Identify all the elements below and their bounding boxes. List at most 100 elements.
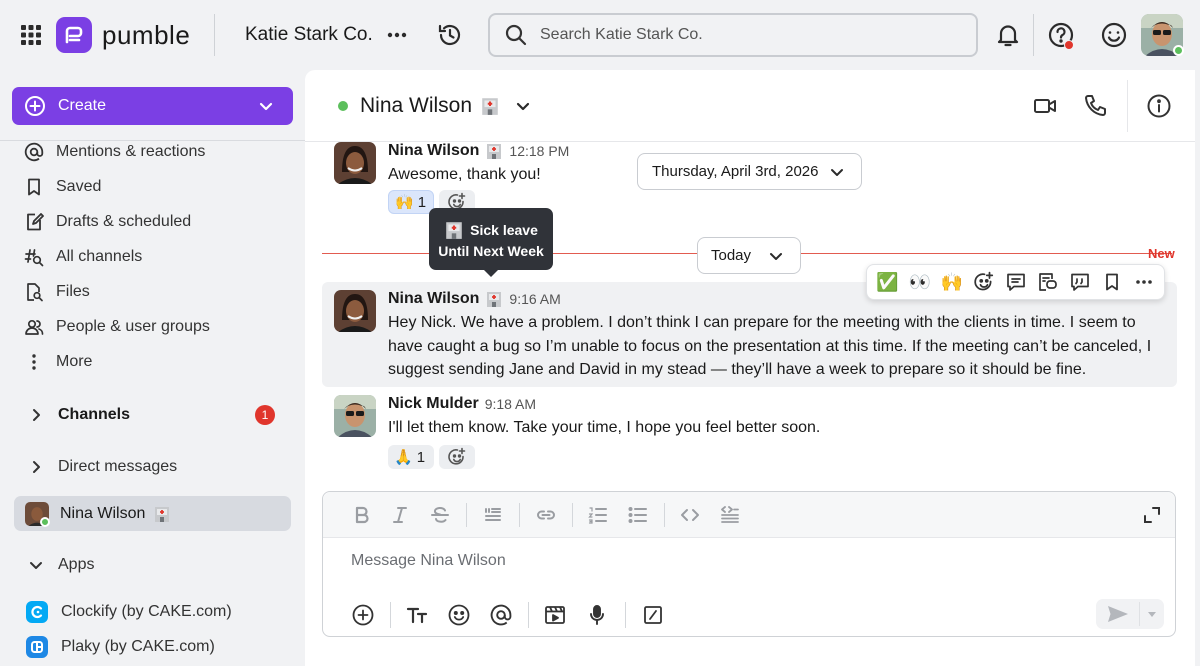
sidebar-item-label: All channels [56, 248, 143, 265]
emoji-icon[interactable] [447, 603, 471, 627]
online-status-dot [1173, 45, 1184, 56]
tooltip-subtitle: Until Next Week [438, 243, 544, 259]
chevron-right-icon [28, 407, 44, 423]
mention-icon[interactable] [489, 603, 513, 627]
sidebar-item-files[interactable]: Files [24, 280, 90, 304]
code-block-icon[interactable] [719, 504, 741, 526]
quick-reaction-check[interactable]: ✅ [875, 269, 900, 295]
reaction-chip[interactable]: 🙏 1 [388, 445, 434, 469]
notification-dot [1064, 40, 1074, 50]
blockquote-icon[interactable] [482, 504, 504, 526]
expand-icon[interactable] [1141, 504, 1163, 526]
history-icon[interactable] [436, 21, 464, 49]
apps-section[interactable]: Apps [28, 553, 94, 577]
divider [1139, 602, 1140, 626]
search-input[interactable] [540, 26, 940, 44]
plus-circle-icon[interactable] [351, 603, 375, 627]
message-header: Nick Mulder 9:18 AM [388, 395, 536, 413]
chevron-down-icon[interactable] [1145, 607, 1159, 621]
numbered-list-icon[interactable] [587, 504, 609, 526]
message-author[interactable]: Nick Mulder [388, 395, 479, 413]
search-icon [504, 23, 528, 47]
more-horizontal-icon[interactable] [384, 25, 410, 45]
bold-icon[interactable] [351, 504, 373, 526]
divider [572, 503, 573, 527]
file-search-icon [24, 282, 44, 302]
sidebar-item-plaky[interactable]: Plaky (by CAKE.com) [26, 635, 215, 659]
date-jump-button[interactable]: Thursday, April 3rd, 2026 [637, 153, 862, 190]
add-reaction-icon[interactable] [971, 269, 996, 295]
unread-badge: 1 [255, 405, 275, 425]
sidebar-item-nina-wilson[interactable]: Nina Wilson [14, 496, 291, 531]
quick-reaction-eyes[interactable]: 👀 [907, 269, 932, 295]
message-author[interactable]: Nina Wilson [388, 142, 479, 160]
phone-icon[interactable] [1082, 93, 1108, 119]
code-icon[interactable] [679, 504, 701, 526]
channels-section[interactable]: Channels [28, 403, 130, 427]
bell-icon[interactable] [994, 21, 1022, 49]
message-header: Nina Wilson 12:18 PM [388, 142, 569, 160]
app-grid-icon[interactable] [18, 22, 44, 48]
divider [390, 602, 391, 628]
message-input[interactable] [351, 552, 1131, 578]
divider [1127, 80, 1128, 132]
text-format-icon[interactable] [405, 603, 429, 627]
italic-icon[interactable] [389, 504, 411, 526]
sidebar-item-label: Drafts & scheduled [56, 213, 192, 230]
sidebar-item-more[interactable]: More [24, 350, 92, 374]
chevron-down-icon [829, 164, 845, 180]
hospital-status-icon [485, 142, 503, 160]
sidebar-item-label: More [56, 353, 93, 370]
hospital-status-icon[interactable] [485, 290, 503, 308]
strikethrough-icon[interactable] [429, 504, 451, 526]
link-icon[interactable] [535, 504, 557, 526]
video-clip-icon[interactable] [543, 603, 567, 627]
divider [625, 602, 626, 628]
add-reaction-button[interactable] [439, 445, 475, 469]
more-horizontal-icon[interactable] [1132, 269, 1157, 295]
smiley-icon[interactable] [1100, 21, 1128, 49]
divider [1033, 14, 1034, 56]
bookmark-icon[interactable] [1100, 269, 1125, 295]
send-icon [1106, 603, 1130, 625]
message-time: 9:18 AM [484, 396, 537, 412]
top-bar: pumble Katie Stark Co. [0, 0, 1200, 70]
info-icon[interactable] [1146, 93, 1172, 119]
message-author[interactable]: Nina Wilson [388, 290, 479, 308]
slash-command-icon[interactable] [641, 603, 665, 627]
create-button[interactable]: Create [12, 87, 293, 125]
message-time: 12:18 PM [509, 143, 570, 159]
bullet-list-icon[interactable] [627, 504, 649, 526]
divider [214, 14, 215, 56]
chevron-down-icon [28, 557, 44, 573]
search-bar[interactable] [488, 13, 978, 57]
quick-reaction-raised-hands[interactable]: 🙌 [939, 269, 964, 295]
share-message-icon[interactable] [1036, 269, 1061, 295]
direct-messages-section[interactable]: Direct messages [28, 455, 177, 479]
bookmark-icon [24, 177, 44, 197]
reaction-emoji: 🙏 [394, 449, 413, 466]
microphone-icon[interactable] [585, 603, 609, 627]
quote-icon[interactable] [1068, 269, 1093, 295]
reply-thread-icon[interactable] [1003, 269, 1028, 295]
divider [519, 503, 520, 527]
video-call-icon[interactable] [1032, 93, 1058, 119]
sidebar-item-saved[interactable]: Saved [24, 175, 101, 199]
more-vertical-icon [24, 352, 44, 372]
sidebar-item-people[interactable]: People & user groups [24, 315, 210, 339]
people-icon [24, 317, 44, 337]
avatar [334, 142, 376, 184]
at-icon [24, 142, 44, 162]
conversation-title-button[interactable]: Nina Wilson [360, 94, 532, 118]
reaction-chip[interactable]: 🙌 1 [388, 190, 434, 214]
workspace-name[interactable]: Katie Stark Co. [245, 24, 373, 46]
message[interactable]: Nick Mulder 9:18 AM I'll let them know. … [322, 395, 1177, 475]
avatar [334, 290, 376, 332]
sidebar-item-mentions[interactable]: Mentions & reactions [24, 140, 205, 164]
tooltip-title: Sick leave [470, 222, 538, 238]
today-jump-button[interactable]: Today [697, 237, 801, 274]
sidebar-item-drafts[interactable]: Drafts & scheduled [24, 210, 191, 234]
sidebar-item-clockify[interactable]: Clockify (by CAKE.com) [26, 600, 232, 624]
sidebar-item-all-channels[interactable]: All channels [24, 245, 142, 269]
send-button[interactable] [1096, 599, 1164, 629]
